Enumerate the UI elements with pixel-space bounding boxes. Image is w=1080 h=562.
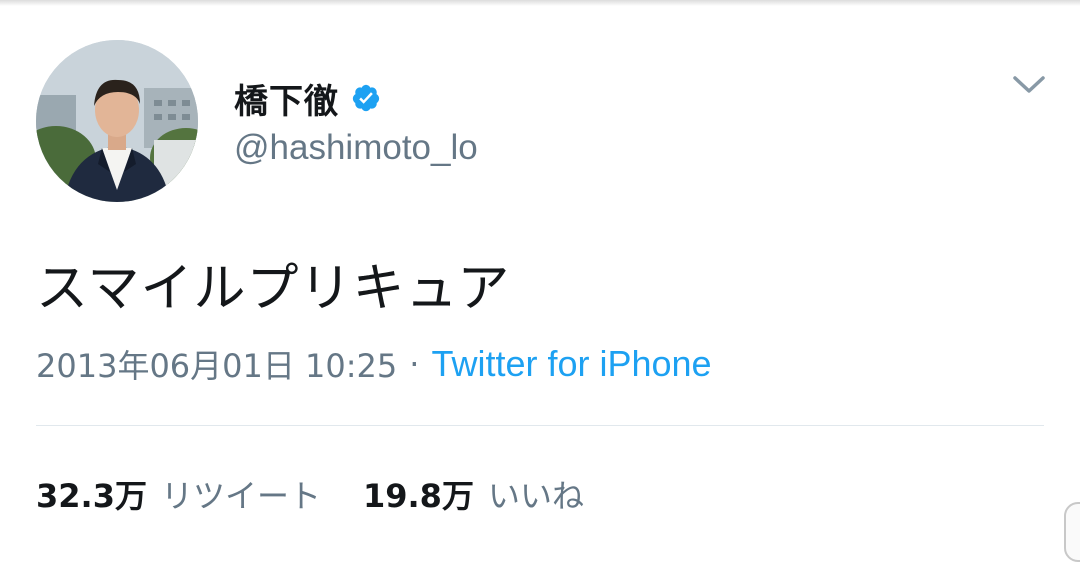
verified-badge-icon bbox=[352, 84, 380, 112]
author-handle[interactable]: @hashimoto_lo bbox=[234, 128, 478, 168]
retweet-stat[interactable]: 32.3万 リツイート bbox=[36, 471, 321, 517]
overlay-button-fragment[interactable] bbox=[1064, 502, 1080, 562]
retweet-label: リツイート bbox=[160, 477, 321, 515]
client-link[interactable]: Twitter for iPhone bbox=[431, 343, 711, 385]
divider bbox=[36, 425, 1044, 426]
tweet-stats: 32.3万 リツイート 19.8万 いいね bbox=[36, 470, 626, 518]
retweet-count: 32.3万 bbox=[36, 477, 147, 515]
display-name[interactable]: 橋下徹 bbox=[234, 74, 339, 123]
tweet-meta: 2013年06月01日 10:25 · Twitter for iPhone bbox=[36, 340, 712, 388]
like-label: いいね bbox=[487, 477, 584, 515]
tweet-card: 橋下徹 @hashimoto_lo スマイルプリキュア 2013年06月01日 … bbox=[0, 0, 1080, 552]
tweet-timestamp[interactable]: 2013年06月01日 10:25 bbox=[36, 341, 397, 387]
avatar[interactable] bbox=[36, 40, 198, 202]
like-stat[interactable]: 19.8万 いいね bbox=[363, 471, 584, 517]
meta-separator: · bbox=[409, 345, 420, 383]
like-count: 19.8万 bbox=[362, 477, 474, 515]
tweet-text: スマイルプリキュア bbox=[36, 259, 511, 319]
author-name-row: 橋下徹 bbox=[234, 74, 381, 122]
avatar-photo bbox=[36, 40, 198, 202]
chevron-down-icon[interactable] bbox=[1012, 74, 1046, 96]
